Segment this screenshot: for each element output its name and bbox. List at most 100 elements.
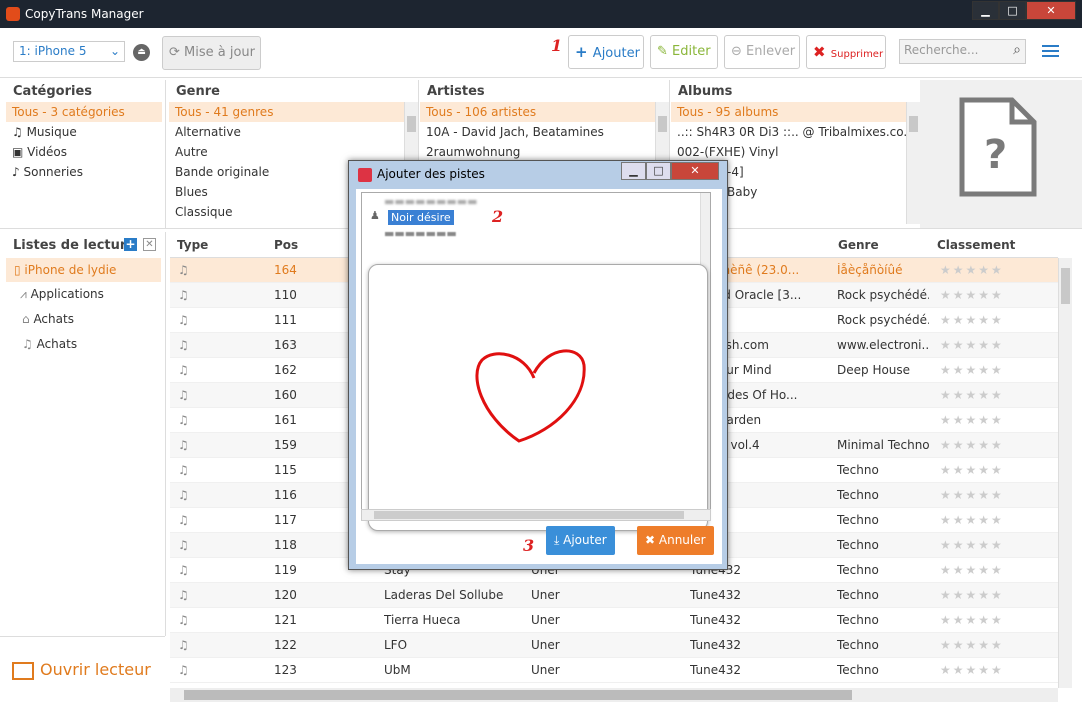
minimize-button[interactable]: ▁ <box>972 1 999 20</box>
cell-genre: Techno <box>837 463 879 477</box>
rating-stars[interactable]: ★★★★★ <box>940 288 1004 302</box>
rating-stars[interactable]: ★★★★★ <box>940 488 1004 502</box>
cell-pos: 162 <box>274 363 297 377</box>
add-button[interactable]: + Ajouter <box>568 35 644 69</box>
artist-item[interactable]: Tous - 106 artistes <box>420 102 655 122</box>
col-pos[interactable]: Pos <box>274 238 298 252</box>
update-button[interactable]: ⟳ Mise à jour <box>162 36 261 70</box>
delete-button[interactable]: ✖ Supprimer <box>806 35 886 69</box>
tree-hscrollbar[interactable] <box>361 509 711 521</box>
table-row[interactable]: ♫ 121 Tierra Hueca Uner Tune432 Techno ★★★★★ <box>170 608 1058 633</box>
cell-title: LFO <box>384 638 408 652</box>
open-player-button[interactable]: Ouvrir lecteur <box>12 660 151 680</box>
tracks-scrollbar[interactable] <box>1058 258 1072 688</box>
table-row[interactable]: ♫ 120 Laderas Del Sollube Uner Tune432 Techno… <box>170 583 1058 608</box>
rating-stars[interactable]: ★★★★★ <box>940 563 1004 577</box>
rating-stars[interactable]: ★★★★★ <box>940 513 1004 527</box>
rating-stars[interactable]: ★★★★★ <box>940 663 1004 677</box>
cell-genre: Techno <box>837 663 879 677</box>
genre-item[interactable]: Tous - 41 genres <box>169 102 404 122</box>
albums-scrollbar[interactable] <box>906 102 920 224</box>
table-row[interactable]: ♫ 123 UbM Uner Tune432 Techno ★★★★★ <box>170 658 1058 683</box>
tree-node-blurred[interactable]: ▬▬▬▬▬▬▬▬▬ <box>384 195 478 208</box>
basket-icon: ⌂ <box>22 312 34 326</box>
device-playlist-item[interactable]: ▯ iPhone de lydie <box>6 258 161 282</box>
add-playlist-icon[interactable]: + <box>124 238 137 251</box>
cell-album: Tune432 <box>690 613 742 627</box>
rating-stars[interactable]: ★★★★★ <box>940 338 1004 352</box>
rating-stars[interactable]: ★★★★★ <box>940 313 1004 327</box>
eject-icon[interactable]: ⏏ <box>133 44 150 61</box>
cell-pos: 115 <box>274 463 297 477</box>
rating-stars[interactable]: ★★★★★ <box>940 588 1004 602</box>
maximize-button[interactable]: □ <box>999 1 1026 20</box>
rating-stars[interactable]: ★★★★★ <box>940 413 1004 427</box>
playlist-item-applications[interactable]: ⩘ Applications <box>20 287 104 302</box>
genre-item[interactable]: Alternative <box>169 122 404 142</box>
rating-stars[interactable]: ★★★★★ <box>940 638 1004 652</box>
delete-playlist-icon[interactable]: ✕ <box>143 238 156 251</box>
rating-stars[interactable]: ★★★★★ <box>940 538 1004 552</box>
dialog-maximize-button[interactable]: □ <box>646 162 671 180</box>
rating-stars[interactable]: ★★★★★ <box>940 438 1004 452</box>
genre-item[interactable]: Autre <box>169 142 404 162</box>
category-item-ringtones[interactable]: ♪ Sonneries <box>6 162 162 182</box>
music-note-icon: ♫ <box>178 488 189 502</box>
album-cover-placeholder: ? <box>920 80 1082 228</box>
cell-pos: 164 <box>274 263 297 277</box>
music-note-icon: ♫ <box>178 663 189 677</box>
col-rating[interactable]: Classement <box>937 238 1015 252</box>
dialog-minimize-button[interactable]: ▁ <box>621 162 646 180</box>
category-item-videos[interactable]: ▣ Vidéos <box>6 142 162 162</box>
music-note-icon: ♫ <box>178 613 189 627</box>
dialog-close-button[interactable]: ✕ <box>671 162 719 180</box>
album-item[interactable]: Tous - 95 albums <box>671 102 906 122</box>
artist-item[interactable]: 2raumwohnung <box>420 142 655 162</box>
playlist-item-purchases-music[interactable]: ♫ Achats <box>22 337 77 351</box>
download-icon: ⤓ <box>554 533 564 547</box>
rating-stars[interactable]: ★★★★★ <box>940 463 1004 477</box>
tree-node-blurred[interactable]: ▬▬▬▬▬▬▬ <box>384 227 457 240</box>
cell-genre: Rock psychédé... <box>837 313 929 327</box>
rating-stars[interactable]: ★★★★★ <box>940 363 1004 377</box>
cell-artist: Uner <box>531 588 560 602</box>
playlist-item-purchases[interactable]: ⌂ Achats <box>22 312 74 326</box>
bell-icon: ♪ <box>12 165 24 179</box>
edit-button[interactable]: ✎ Editer <box>650 35 718 69</box>
album-item[interactable]: 002-(FXHE) Vinyl <box>671 142 906 162</box>
playlists-header: Listes de lecture <box>13 238 136 253</box>
dialog-title: Ajouter des pistes <box>377 167 485 181</box>
remove-button[interactable]: ⊖ Enlever <box>724 35 800 69</box>
divider <box>0 636 165 637</box>
close-button[interactable]: ✕ <box>1026 1 1076 20</box>
tree-node-selected[interactable]: Noir désire <box>388 210 454 225</box>
artist-item[interactable]: 10A - David Jach, Beatamines <box>420 122 655 142</box>
music-note-icon: ♫ <box>178 413 189 427</box>
dialog-cancel-button[interactable]: ✖ Annuler <box>637 526 714 555</box>
table-row[interactable]: ♫ 122 LFO Uner Tune432 Techno ★★★★★ <box>170 633 1058 658</box>
cell-genre: www.electroni... <box>837 338 929 352</box>
cell-pos: 159 <box>274 438 297 452</box>
search-placeholder: Recherche... <box>904 43 979 57</box>
plus-icon: + <box>575 43 593 61</box>
col-genre[interactable]: Genre <box>838 238 879 252</box>
menu-icon[interactable] <box>1042 45 1059 59</box>
cell-pos: 123 <box>274 663 297 677</box>
cell-artist: Uner <box>531 638 560 652</box>
category-item-music[interactable]: ♫ Musique <box>6 122 162 142</box>
albums-header: Albums <box>678 84 733 99</box>
dialog-add-button[interactable]: ⤓ Ajouter <box>546 526 615 555</box>
device-select[interactable]: 1: iPhone 5 ⌄ <box>13 41 125 62</box>
rating-stars[interactable]: ★★★★★ <box>940 263 1004 277</box>
album-item[interactable]: ..:: Sh4R3 0R Di3 ::.. @ Tribalmixes.co.… <box>671 122 906 142</box>
search-input[interactable]: Recherche... ⌕ <box>899 39 1026 64</box>
music-note-icon: ♫ <box>178 638 189 652</box>
artists-header: Artistes <box>427 84 485 99</box>
col-type[interactable]: Type <box>177 238 208 252</box>
rating-stars[interactable]: ★★★★★ <box>940 613 1004 627</box>
category-item-all[interactable]: Tous - 3 catégories <box>6 102 162 122</box>
window-title: CopyTrans Manager <box>25 7 144 21</box>
dialog-body: ▬▬▬▬▬▬▬▬▬ ♟ Noir désire 2 ▬▬▬▬▬▬▬ 3 ⤓ Aj… <box>356 189 722 564</box>
rating-stars[interactable]: ★★★★★ <box>940 388 1004 402</box>
tracks-hscrollbar[interactable] <box>170 688 1058 702</box>
